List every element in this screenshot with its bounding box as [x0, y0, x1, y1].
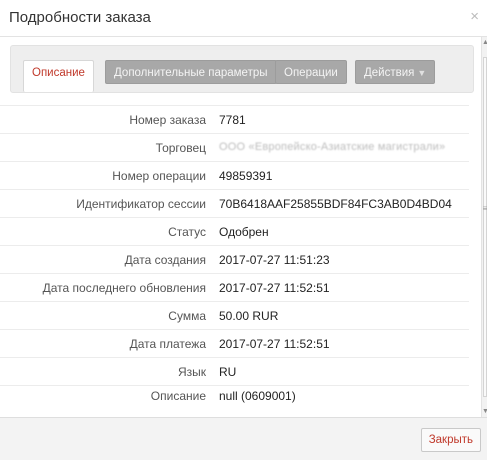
field-value: 49859391 [219, 169, 273, 183]
row-payment-date: Дата платежа 2017-07-27 11:52:51 [0, 329, 469, 358]
field-label: Номер заказа [129, 113, 206, 127]
vertical-scrollbar[interactable]: ▲ ≡ ▼ [481, 37, 487, 417]
order-details-dialog: Подробности заказа × Описание Дополнител… [0, 0, 487, 460]
field-value: ООО «Европейско-Азиатские магистрали» [219, 141, 446, 153]
field-value: 2017-07-27 11:52:51 [219, 337, 330, 351]
arrow-down-icon[interactable]: ▼ [482, 408, 487, 415]
field-value: 70B6418AAF25855BDF84FC3AB0D4BD04 [219, 197, 452, 211]
field-value: 7781 [219, 113, 246, 127]
row-created: Дата создания 2017-07-27 11:51:23 [0, 245, 469, 274]
scrollbar-thumb[interactable] [483, 57, 487, 397]
field-label: Статус [168, 225, 206, 239]
row-session-id: Идентификатор сессии 70B6418AAF25855BDF8… [0, 189, 469, 218]
tab-operations[interactable]: Операции [275, 60, 347, 84]
arrow-up-icon[interactable]: ▲ [482, 39, 487, 46]
row-operation-number: Номер операции 49859391 [0, 161, 469, 190]
tab-bar: Описание Дополнительные параметры Операц… [10, 45, 474, 93]
dialog-title: Подробности заказа [9, 9, 151, 26]
field-label: Описание [150, 389, 206, 403]
field-label: Идентификатор сессии [76, 197, 206, 211]
row-updated: Дата последнего обновления 2017-07-27 11… [0, 273, 469, 302]
field-value: 2017-07-27 11:52:51 [219, 281, 330, 295]
tab-label: Действия [364, 67, 415, 79]
row-amount: Сумма 50.00 RUR [0, 301, 469, 330]
row-order-number: Номер заказа 7781 [0, 105, 469, 134]
field-value: null (0609001) [219, 389, 296, 403]
field-value: RU [219, 365, 237, 379]
row-status: Статус Одобрен [0, 217, 469, 246]
tab-label: Дополнительные параметры [114, 67, 268, 79]
field-label: Дата создания [124, 253, 206, 267]
field-label: Номер операции [112, 169, 206, 183]
tab-additional-params[interactable]: Дополнительные параметры [105, 60, 277, 84]
field-value: 50.00 RUR [219, 309, 279, 323]
dialog-footer: Закрыть [0, 417, 487, 460]
tab-actions[interactable]: Действия ▼ [355, 60, 436, 84]
field-label: Дата последнего обновления [42, 281, 206, 295]
dialog-content: Описание Дополнительные параметры Операц… [0, 37, 479, 417]
row-description: Описание null (0609001) [0, 385, 469, 414]
field-label: Дата платежа [129, 337, 206, 351]
tab-label: Описание [32, 67, 85, 79]
row-merchant: Торговец ООО «Европейско-Азиатские магис… [0, 133, 469, 162]
field-label: Сумма [168, 309, 206, 323]
close-icon[interactable]: × [470, 8, 479, 25]
field-value: Одобрен [219, 225, 269, 239]
dialog-titlebar: Подробности заказа × [0, 0, 487, 37]
field-label: Торговец [155, 141, 206, 155]
tab-label: Операции [284, 67, 338, 79]
caret-down-icon: ▼ [417, 68, 427, 78]
tab-description[interactable]: Описание [23, 60, 94, 92]
grip-icon: ≡ [482, 204, 487, 213]
field-label: Язык [177, 365, 206, 379]
close-button[interactable]: Закрыть [420, 428, 481, 452]
field-value: 2017-07-27 11:51:23 [219, 253, 330, 267]
row-language: Язык RU [0, 357, 469, 386]
